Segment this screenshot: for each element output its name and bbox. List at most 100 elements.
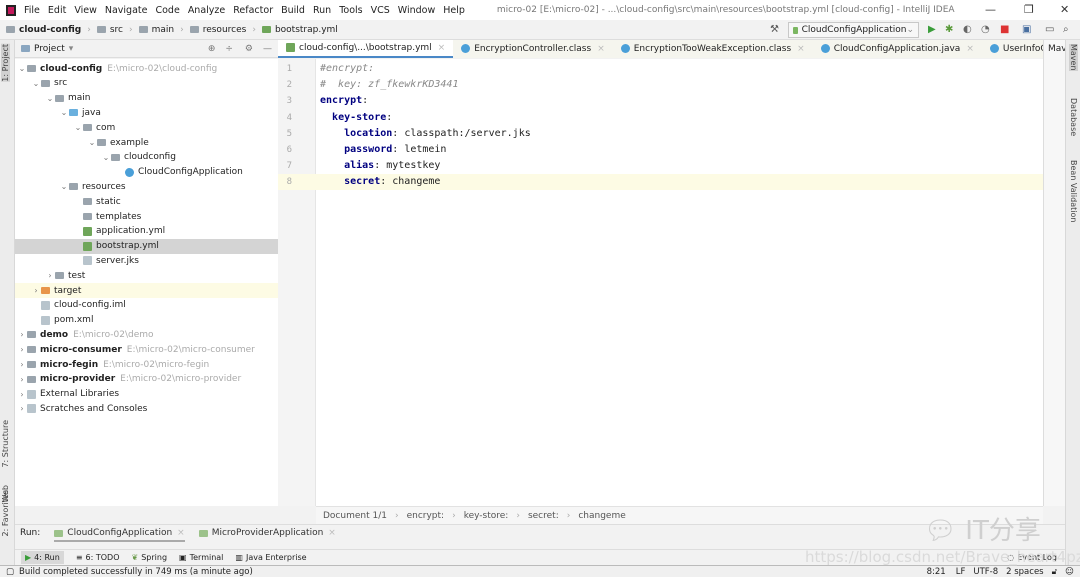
breadcrumb-item[interactable]: src <box>96 25 123 35</box>
menu-code[interactable]: Code <box>155 5 179 16</box>
restore-button[interactable]: ❐ <box>1024 3 1034 16</box>
tool-run[interactable]: ▶ 4: Run <box>21 551 64 564</box>
chevron-down-icon[interactable]: ⌄ <box>59 108 69 117</box>
menu-view[interactable]: View <box>74 5 97 16</box>
search-icon[interactable]: ⌕ <box>1063 24 1069 35</box>
chevron-down-icon[interactable]: ⌄ <box>59 182 69 191</box>
tree-item[interactable]: ⌄ cloud-config E:\micro-02\cloud-config <box>15 61 278 76</box>
minimize-button[interactable]: — <box>985 3 996 16</box>
stop-icon[interactable]: ■ <box>1000 24 1009 35</box>
encoding[interactable]: UTF-8 <box>973 567 998 577</box>
dropdown-arrow-icon[interactable]: ▾ <box>69 44 74 54</box>
tree-item[interactable]: › micro-consumer E:\micro-02\micro-consume… <box>15 342 278 357</box>
run-tab-cloudconfig[interactable]: CloudConfigApplication × <box>54 528 185 542</box>
editor-breadcrumb-item[interactable]: Document 1/1 <box>323 511 387 521</box>
close-icon[interactable]: × <box>438 43 446 53</box>
tool-tab-maven[interactable]: Maven <box>1069 44 1078 71</box>
debug-icon[interactable]: ✱ <box>945 24 953 35</box>
locate-icon[interactable]: ⊕ <box>208 44 216 54</box>
editor-breadcrumb-item[interactable]: key-store: <box>464 511 509 521</box>
chevron-right-icon[interactable]: › <box>17 360 27 369</box>
tree-item[interactable]: ⌄ resources <box>15 179 278 194</box>
coverage-icon[interactable]: ◐ <box>963 24 972 35</box>
editor-breadcrumb-item[interactable]: changeme <box>578 511 625 521</box>
editor-tab[interactable]: CloudConfigApplication.java × <box>812 39 982 58</box>
tool-tab-favorites[interactable]: 2: Favorites <box>1 490 10 536</box>
tree-item[interactable]: bootstrap.yml <box>15 238 278 254</box>
breadcrumb-item[interactable]: bootstrap.yml <box>261 25 338 35</box>
code-editor[interactable]: #encrypt: # key: zf_fkewkrKD3441 encrypt: … <box>316 59 1043 506</box>
menu-tools[interactable]: Tools <box>339 5 362 16</box>
editor-tab[interactable]: EncryptionController.class × <box>453 39 613 58</box>
tool-tab-bean-validation[interactable]: Bean Validation <box>1069 160 1078 222</box>
menu-edit[interactable]: Edit <box>48 5 66 16</box>
chevron-right-icon[interactable]: › <box>17 404 27 413</box>
breadcrumb-item[interactable]: main <box>138 25 174 35</box>
chevron-down-icon[interactable]: ⌄ <box>45 94 55 103</box>
tree-item[interactable]: › Scratches and Consoles <box>15 401 278 416</box>
status-toggle-icon[interactable]: ▢ <box>6 567 14 577</box>
tree-item[interactable]: ⌄ example <box>15 135 278 150</box>
collapse-icon[interactable]: ÷ <box>225 44 233 54</box>
tree-item[interactable]: › micro-provider E:\micro-02\micro-provide… <box>15 372 278 387</box>
close-icon[interactable]: × <box>597 44 605 54</box>
tree-item[interactable]: templates <box>15 209 278 224</box>
menu-refactor[interactable]: Refactor <box>233 5 273 16</box>
chevron-right-icon[interactable]: › <box>17 330 27 339</box>
line-separator[interactable]: LF <box>956 567 966 577</box>
editor-breadcrumb-item[interactable]: secret: <box>528 511 559 521</box>
tree-item[interactable]: ⌄ java <box>15 105 278 120</box>
inspector-icon[interactable]: ☺ <box>1065 567 1074 577</box>
editor-breadcrumb-item[interactable]: encrypt: <box>407 511 445 521</box>
run-icon[interactable]: ▶ <box>928 24 936 35</box>
breadcrumb-item[interactable]: cloud-config <box>6 25 81 35</box>
chevron-down-icon[interactable]: ⌄ <box>101 153 111 162</box>
chevron-right-icon[interactable]: › <box>31 286 41 295</box>
tool-terminal[interactable]: ▣ Terminal <box>179 553 223 562</box>
run-config-select[interactable]: CloudConfigApplication ⌄ <box>788 22 919 38</box>
menu-build[interactable]: Build <box>281 5 305 16</box>
tool-tab-project[interactable]: 1: Project <box>1 44 10 82</box>
gear-icon[interactable]: ⚙ <box>245 44 253 54</box>
tree-item[interactable]: ⌄ cloudconfig <box>15 150 278 165</box>
editor-tab[interactable]: cloud-config\...\bootstrap.yml × <box>278 39 454 58</box>
chevron-right-icon[interactable]: › <box>45 271 55 280</box>
editor-tab[interactable]: EncryptionTooWeakException.class × <box>612 39 813 58</box>
tree-item[interactable]: server.jks <box>15 253 278 268</box>
run-tab-microprovider[interactable]: MicroProviderApplication × <box>198 528 336 538</box>
menu-run[interactable]: Run <box>313 5 331 16</box>
tool-tab-database[interactable]: Database <box>1069 98 1078 136</box>
chevron-right-icon[interactable]: › <box>17 345 27 354</box>
tree-item[interactable]: static <box>15 194 278 209</box>
close-icon[interactable]: × <box>966 44 974 54</box>
project-structure-icon[interactable]: ▣ <box>1022 24 1031 35</box>
tree-item[interactable]: › demo E:\micro-02\demo <box>15 327 278 342</box>
caret-position[interactable]: 8:21 <box>927 567 946 577</box>
tree-item[interactable]: application.yml <box>15 224 278 239</box>
tree-item[interactable]: › External Libraries <box>15 387 278 402</box>
chevron-down-icon[interactable]: ⌄ <box>73 123 83 132</box>
chevron-down-icon[interactable]: ⌄ <box>31 79 41 88</box>
hide-icon[interactable]: — <box>263 44 272 54</box>
tool-tab-structure[interactable]: 7: Structure <box>1 420 10 468</box>
chevron-right-icon[interactable]: › <box>17 375 27 384</box>
close-button[interactable]: ✕ <box>1060 3 1069 16</box>
indent-setting[interactable]: 2 spaces <box>1006 567 1043 577</box>
tree-item[interactable]: › test <box>15 268 278 283</box>
project-panel-title[interactable]: Project <box>34 44 65 54</box>
tree-item[interactable]: ⌄ com <box>15 120 278 135</box>
tree-item[interactable]: › micro-fegin E:\micro-02\micro-fegin <box>15 357 278 372</box>
lock-icon[interactable]: 🔓︎ <box>1052 567 1058 577</box>
terminal-window-icon[interactable]: ▭ <box>1045 24 1054 35</box>
tree-item[interactable]: ⌄ src <box>15 76 278 91</box>
menu-navigate[interactable]: Navigate <box>105 5 148 16</box>
tool-todo[interactable]: ≡ 6: TODO <box>76 553 120 562</box>
tree-item[interactable]: CloudConfigApplication <box>15 165 278 180</box>
close-icon[interactable]: × <box>797 44 805 54</box>
menu-file[interactable]: File <box>24 5 40 16</box>
close-icon[interactable]: × <box>328 528 336 538</box>
breadcrumb-item[interactable]: resources <box>189 25 246 35</box>
tree-item[interactable]: ⌄ main <box>15 91 278 106</box>
build-hammer-icon[interactable]: ⚒ <box>770 24 779 35</box>
menu-vcs[interactable]: VCS <box>371 5 390 16</box>
